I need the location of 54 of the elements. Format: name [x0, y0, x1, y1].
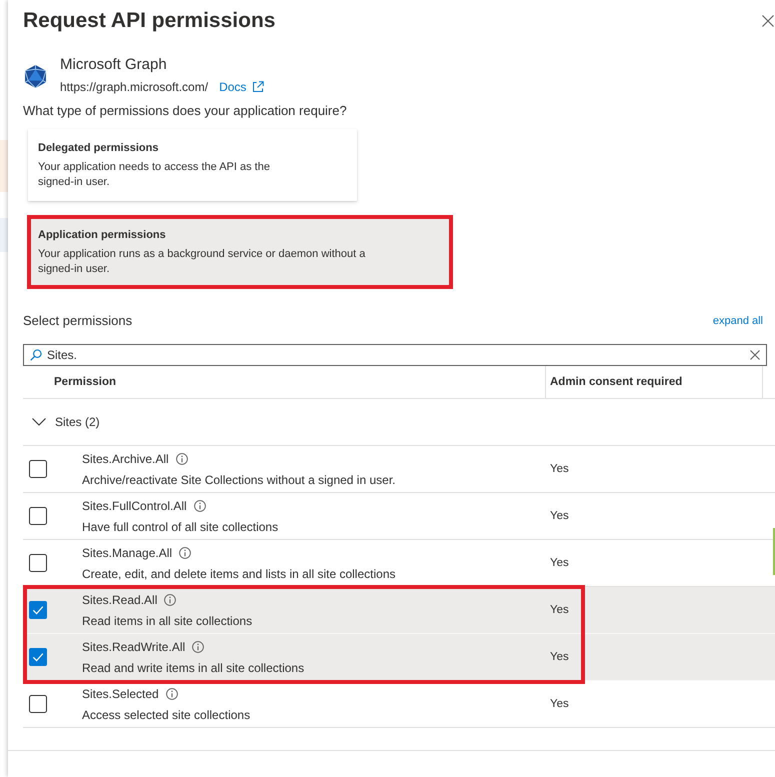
permission-name: Sites.Manage.All: [82, 544, 172, 560]
close-icon[interactable]: [762, 15, 774, 27]
consent-value: Yes: [550, 510, 570, 522]
search-icon: [30, 349, 42, 361]
info-icon[interactable]: [164, 594, 176, 606]
checkbox[interactable]: [29, 554, 47, 572]
permission-name: Sites.Archive.All: [82, 450, 169, 466]
permission-name: Sites.FullControl.All: [82, 498, 187, 514]
edge-marker: [773, 528, 775, 575]
card-title: Delegated permissions: [38, 141, 160, 156]
column-header: Permission: [53, 375, 117, 390]
expand-link[interactable]: expand all: [712, 312, 763, 330]
consent-value: Yes: [550, 604, 570, 616]
group-toggle[interactable]: Sites (2): [23, 407, 100, 437]
permission-description: Read items in all site collections: [82, 612, 254, 628]
permission-description: Create, edit, and delete items and lists in all site collections: [82, 566, 396, 582]
permission-description: Access selected site collections: [82, 706, 252, 722]
card-description: Your application runs as a background service or daemon without a signed-in user.: [38, 247, 366, 277]
external-link-icon[interactable]: [252, 81, 264, 93]
permission-name: Sites.Selected: [82, 686, 159, 702]
consent-value: Yes: [550, 698, 570, 710]
permission-type-card[interactable]: Delegated permissions Your application needs to access the API as the signed-in user.: [28, 129, 357, 201]
checkbox[interactable]: [29, 460, 47, 478]
api-url: https://graph.microsoft.com/: [60, 79, 208, 96]
chevron-down-icon[interactable]: [32, 418, 46, 426]
api-name: Microsoft Graph: [60, 56, 168, 74]
column-header: Admin consent required: [545, 366, 763, 398]
consent-value: Yes: [550, 557, 570, 569]
info-icon[interactable]: [166, 688, 178, 700]
permission-name: Sites.ReadWrite.All: [82, 638, 186, 654]
info-icon[interactable]: [179, 546, 192, 558]
polyhedron-icon: [25, 64, 46, 88]
search-input[interactable]: Sites.: [47, 346, 746, 364]
panel-title: Request API permissions: [23, 8, 276, 34]
section-label: Select permissions: [23, 312, 132, 330]
info-icon[interactable]: [192, 640, 204, 652]
permission-description: Have full control of all site collections: [82, 518, 280, 534]
search-field[interactable]: Sites.: [23, 344, 767, 366]
checkbox[interactable]: [29, 507, 47, 525]
checkbox[interactable]: [29, 601, 47, 619]
close-icon[interactable]: [750, 350, 760, 360]
card-title: Application permissions: [38, 228, 167, 243]
checkbox[interactable]: [29, 648, 47, 666]
info-icon[interactable]: [194, 500, 206, 512]
consent-value: Yes: [550, 651, 570, 663]
question-text: What type of permissions does your application require?: [23, 102, 348, 120]
permission-description: Archive/reactivate Site Collections without a signed in user.: [82, 472, 396, 488]
checkbox[interactable]: [29, 695, 47, 713]
permission-description: Read and write items in all site collections: [82, 660, 306, 676]
permission-name: Sites.Read.All: [82, 592, 158, 608]
docs-link[interactable]: Docs: [219, 78, 264, 96]
consent-value: Yes: [550, 463, 570, 475]
info-icon[interactable]: [176, 452, 188, 464]
card-description: Your application needs to access the API as the signed-in user.: [38, 160, 270, 190]
